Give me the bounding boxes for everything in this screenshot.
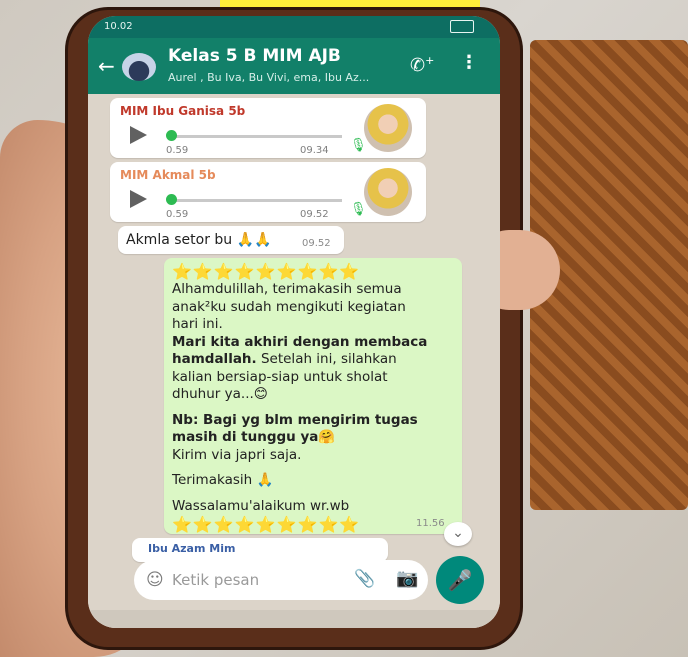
status-bar: 10.02 xyxy=(88,16,500,38)
mic-icon: 🎙 xyxy=(350,202,367,217)
group-title[interactable]: Kelas 5 B MIM AJB xyxy=(168,46,341,66)
message-line: Mari kita akhiri dengan membaca xyxy=(172,333,428,350)
audio-seek-handle[interactable] xyxy=(166,194,177,205)
voice-message[interactable]: MIM Akmal 5b 0.59 09.52 🎙 xyxy=(110,162,426,222)
voice-duration: 0.59 xyxy=(166,209,189,220)
message-line: masih di tunggu ya🤗 xyxy=(172,429,336,445)
audio-seek-handle[interactable] xyxy=(166,130,177,141)
voice-message[interactable]: MIM Ibu Ganisa 5b 0.59 09.34 🎙 xyxy=(110,98,426,158)
stars-row: ⭐⭐⭐⭐⭐⭐⭐⭐⭐ xyxy=(172,262,361,281)
battery-icon xyxy=(450,20,474,33)
message-time: 09.52 xyxy=(302,238,331,249)
audio-track[interactable] xyxy=(172,135,342,138)
message-text: Akmla setor bu 🙏🙏 xyxy=(126,232,272,248)
message-time: 11.56 xyxy=(416,518,445,529)
message-input[interactable]: Ketik pesan xyxy=(172,571,259,589)
group-participants[interactable]: Aurel , Bu Iva, Bu Vivi, ema, Ibu Az... xyxy=(168,71,369,84)
audio-track[interactable] xyxy=(172,199,342,202)
sender-name: MIM Ibu Ganisa 5b xyxy=(120,104,246,118)
back-arrow-icon[interactable]: ← xyxy=(98,54,115,78)
voice-duration: 0.59 xyxy=(166,145,189,156)
message-line: kalian bersiap-siap untuk sholat xyxy=(172,368,388,385)
bold-word: hamdallah. xyxy=(172,351,257,367)
add-call-icon[interactable]: ✆+ xyxy=(410,54,434,76)
message-line: Kirim via japri saja. xyxy=(172,446,302,463)
mic-icon: 🎙 xyxy=(350,138,367,153)
message-line: anak²ku sudah mengikuti kegiatan xyxy=(172,298,406,315)
outgoing-message[interactable]: ⭐⭐⭐⭐⭐⭐⭐⭐⭐ Alhamdulillah, terimakasih sem… xyxy=(164,258,462,534)
sender-avatar[interactable] xyxy=(364,104,412,152)
message-line: Alhamdulillah, terimakasih semua xyxy=(172,281,402,297)
message-time: 09.52 xyxy=(300,209,329,220)
message-composer[interactable]: ☺ Ketik pesan 📎 📷 xyxy=(134,560,428,600)
message-line: hamdallah. Setelah ini, silahkan xyxy=(172,351,456,369)
message-body: ⭐⭐⭐⭐⭐⭐⭐⭐⭐ Alhamdulillah, terimakasih sem… xyxy=(172,262,456,534)
message-line: dhuhur ya...😊 xyxy=(172,386,268,402)
phone-screen: 10.02 ← Kelas 5 B MIM AJB Aurel , Bu Iva… xyxy=(88,16,500,628)
message-line: hari ini. xyxy=(172,316,223,332)
status-time: 10.02 xyxy=(104,21,133,32)
more-vert-icon[interactable]: ⋮ xyxy=(460,52,478,73)
navigation-bar xyxy=(88,610,500,628)
message-line-rest: Setelah ini, silahkan xyxy=(256,351,397,367)
sender-avatar[interactable] xyxy=(364,168,412,216)
message-time: 09.34 xyxy=(300,145,329,156)
message-line: Wassalamu'alaikum wr.wb xyxy=(172,497,350,514)
partial-message[interactable]: Ibu Azam Mim xyxy=(132,538,388,562)
group-avatar[interactable] xyxy=(122,53,156,81)
play-icon[interactable] xyxy=(130,126,147,144)
message-line: Nb: Bagi yg blm mengirim tugas xyxy=(172,411,418,428)
text-message[interactable]: Akmla setor bu 🙏🙏 09.52 xyxy=(118,226,344,254)
paperclip-icon[interactable]: 📎 xyxy=(354,569,375,589)
stars-row: ⭐⭐⭐⭐⭐⭐⭐⭐⭐ xyxy=(172,515,361,534)
microphone-icon[interactable]: 🎤 xyxy=(436,556,484,604)
sender-name: Ibu Azam Mim xyxy=(148,542,236,555)
chat-header: ← Kelas 5 B MIM AJB Aurel , Bu Iva, Bu V… xyxy=(88,38,500,94)
camera-icon[interactable]: 📷 xyxy=(396,568,418,589)
scroll-down-icon[interactable]: ⌄ xyxy=(444,522,472,546)
sender-name: MIM Akmal 5b xyxy=(120,168,216,182)
message-line: Terimakasih 🙏 xyxy=(172,472,274,488)
emoji-icon[interactable]: ☺ xyxy=(146,570,164,590)
play-icon[interactable] xyxy=(130,190,147,208)
